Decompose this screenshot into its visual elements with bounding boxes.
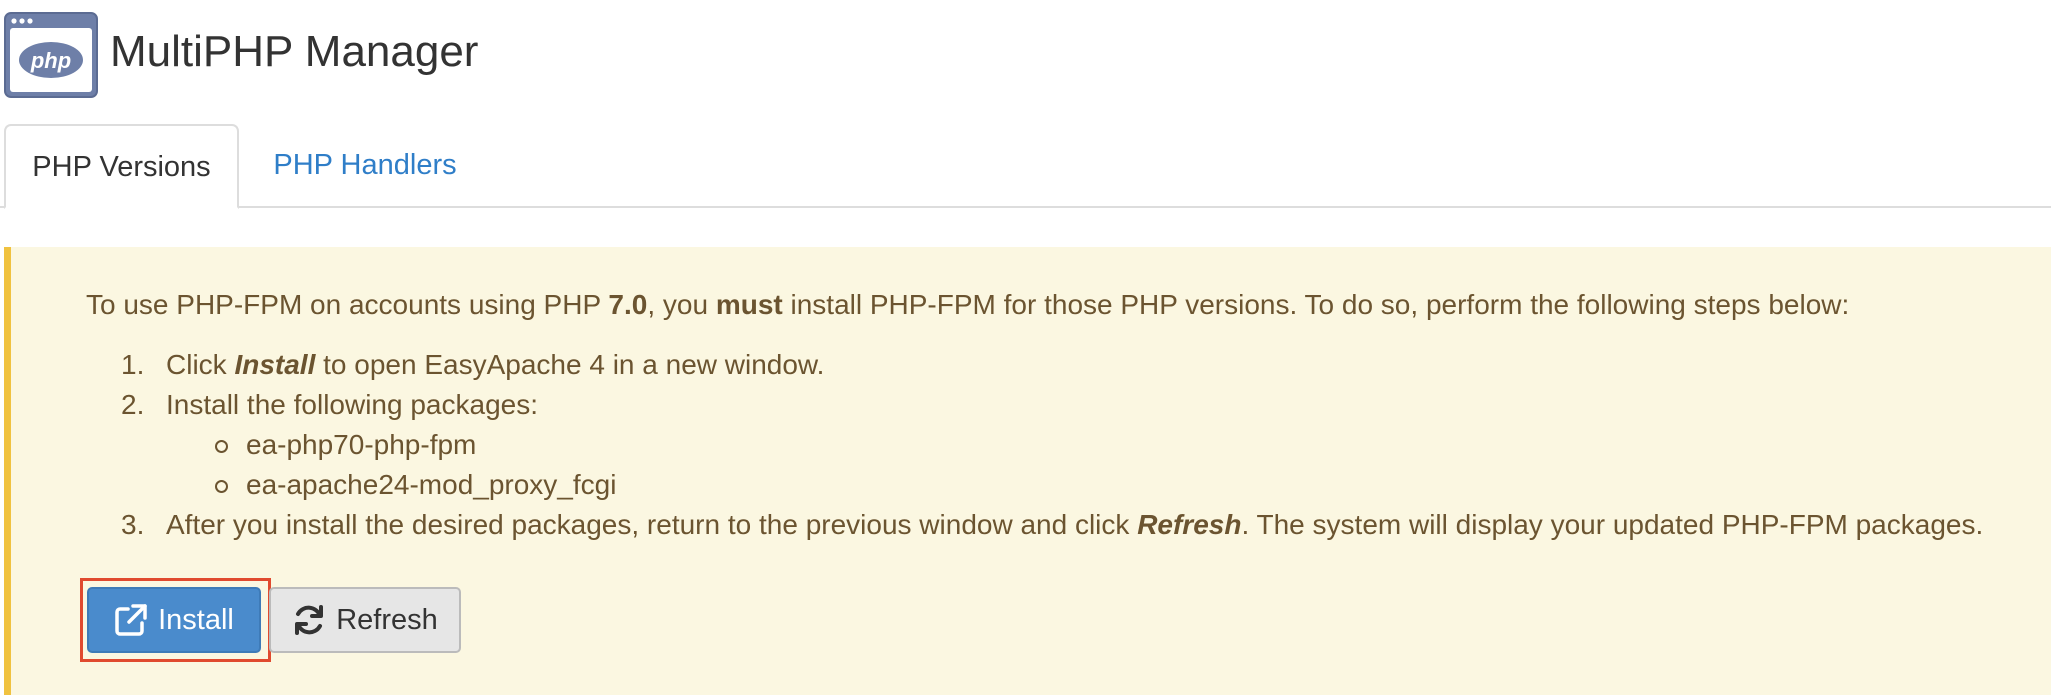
intro-middle: , you [647,289,716,320]
package-item: ea-php70-php-fpm [166,425,1983,465]
page-title: MultiPHP Manager [110,27,479,76]
alert-intro-text: To use PHP-FPM on accounts using PHP 7.0… [86,285,1849,325]
package-name: ea-php70-php-fpm [246,429,477,460]
refresh-button[interactable]: Refresh [269,587,461,653]
intro-must: must [715,289,783,320]
tab-php-versions[interactable]: PHP Versions [4,124,239,209]
package-list: ea-php70-php-fpm ea-apache24-mod_proxy_f… [166,425,1983,505]
refresh-icon [295,605,324,635]
install-button[interactable]: Install [87,587,261,653]
install-button-label: Install [158,603,234,636]
php-window-icon: php [4,12,98,98]
step-emphasis: Refresh [1137,509,1242,540]
step-2: 2. Install the following packages: ea-ph… [121,385,1983,505]
package-item: ea-apache24-mod_proxy_fcgi [166,465,1983,505]
refresh-button-label: Refresh [336,603,438,636]
step-number: 2. [121,389,145,420]
php-fpm-alert: To use PHP-FPM on accounts using PHP 7.0… [4,247,2051,695]
intro-version: 7.0 [608,289,648,320]
tab-php-handlers[interactable]: PHP Handlers [262,124,468,207]
package-name: ea-apache24-mod_proxy_fcgi [246,469,617,500]
step-number: 3. [121,509,145,540]
external-link-icon [115,604,147,636]
circle-bullet-icon [215,480,228,493]
step-emphasis: Install [234,349,316,380]
step-text: to open EasyApache 4 in a new window. [315,349,825,380]
step-1: 1. Click Install to open EasyApache 4 in… [121,345,1983,385]
step-text: Install the following packages: [166,389,538,420]
step-3: 3. After you install the desired package… [121,505,1983,545]
step-text: Click [166,349,235,380]
circle-bullet-icon [215,440,228,453]
intro-prefix: To use PHP-FPM on accounts using PHP [86,289,609,320]
intro-suffix: install PHP-FPM for those PHP versions. … [782,289,1850,320]
step-text: After you install the desired packages, … [166,509,1138,540]
step-text: . The system will display your updated P… [1241,509,1984,540]
step-number: 1. [121,349,145,380]
tab-bar: PHP Versions PHP Handlers [0,124,2051,209]
steps-list: 1. Click Install to open EasyApache 4 in… [121,345,1983,545]
php-icon-text: php [30,48,71,73]
